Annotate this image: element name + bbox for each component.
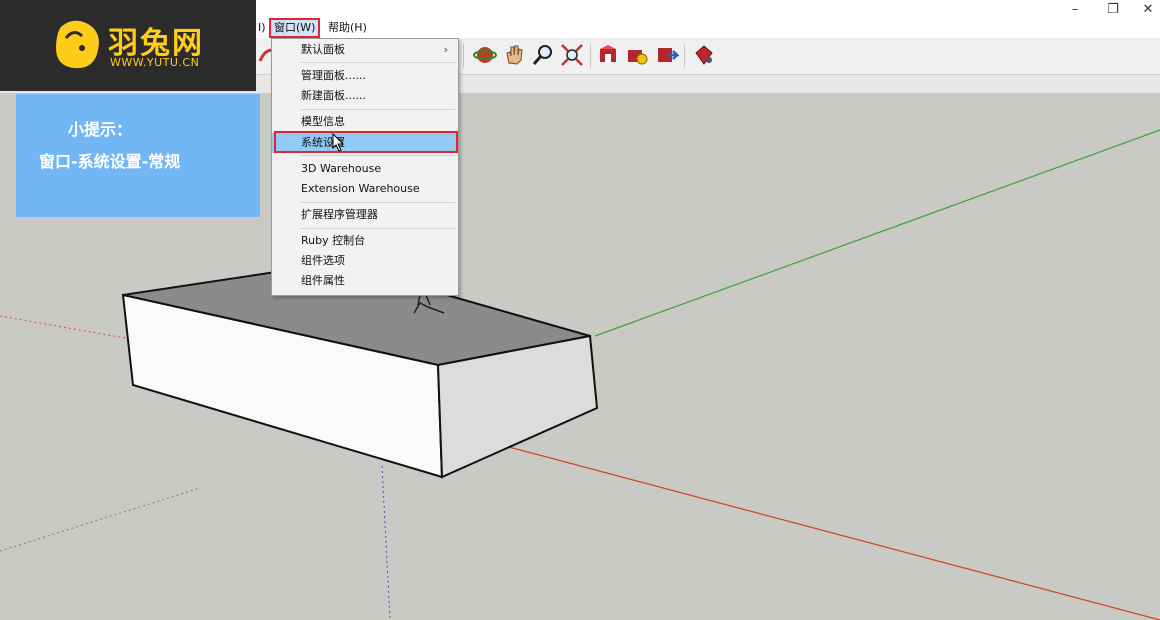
- menu-item-new-panel[interactable]: 新建面板......: [272, 86, 458, 106]
- menu-item-extension-warehouse[interactable]: Extension Warehouse: [272, 179, 458, 199]
- menu-item-label: 模型信息: [301, 115, 345, 128]
- menu-item-label: 管理面板......: [301, 69, 366, 82]
- tip-panel: 小提示： 窗口-系统设置-常规: [16, 94, 260, 217]
- tip-title: 小提示：: [68, 120, 133, 139]
- menu-item-label: Ruby 控制台: [301, 234, 366, 247]
- restore-icon[interactable]: ❐: [1093, 0, 1133, 18]
- menu-item-3d-warehouse[interactable]: 3D Warehouse: [272, 159, 458, 179]
- menu-item-extension-manager[interactable]: 扩展程序管理器: [272, 205, 458, 225]
- rabbit-logo-icon: [56, 20, 99, 69]
- pan-icon[interactable]: [502, 43, 526, 67]
- toolbar-separator: [684, 44, 685, 68]
- menu-item-manage-panels[interactable]: 管理面板......: [272, 66, 458, 86]
- yutu-logo: 羽兔网 WWW.YUTU.CN: [0, 0, 256, 91]
- menu-separator: [300, 202, 455, 203]
- menu-separator: [300, 62, 455, 63]
- close-icon[interactable]: ✕: [1128, 0, 1160, 18]
- menu-window[interactable]: 窗口(W): [269, 18, 321, 38]
- upload-model-icon[interactable]: [655, 43, 679, 67]
- orbit-icon[interactable]: [473, 43, 497, 67]
- menu-item-component-attributes[interactable]: 组件属性: [272, 271, 458, 291]
- menu-item-label: 新建面板......: [301, 89, 366, 102]
- mouse-cursor-icon: [332, 133, 345, 152]
- menu-separator: [300, 155, 455, 156]
- menu-separator: [300, 109, 455, 110]
- preferences-highlight-box: [274, 131, 458, 153]
- menu-separator: [300, 228, 455, 229]
- extension-warehouse-icon[interactable]: [692, 43, 716, 67]
- menu-item-component-options[interactable]: 组件选项: [272, 251, 458, 271]
- menu-item-label: 组件选项: [301, 254, 345, 267]
- toolbar-separator: [590, 44, 591, 68]
- menu-help[interactable]: 帮助(H): [325, 20, 370, 36]
- tip-text: 窗口-系统设置-常规: [39, 152, 181, 171]
- menu-item-model-info[interactable]: 模型信息: [272, 112, 458, 132]
- zoom-extents-icon[interactable]: [560, 43, 584, 67]
- menu-item-default-panels[interactable]: 默认面板 ›: [272, 40, 458, 60]
- window-menu-dropdown: 默认面板 › 管理面板...... 新建面板...... 模型信息 系统设置 3…: [271, 38, 459, 296]
- menu-item-label: 组件属性: [301, 274, 345, 287]
- logo-url: WWW.YUTU.CN: [110, 56, 200, 69]
- toolbar-separator: [463, 44, 464, 68]
- menu-item-label: 默认面板: [301, 43, 345, 56]
- menu-item-label: 3D Warehouse: [301, 162, 382, 175]
- menu-item-label: Extension Warehouse: [301, 182, 420, 195]
- menu-item-label: 扩展程序管理器: [301, 208, 378, 221]
- share-component-icon[interactable]: [625, 43, 649, 67]
- chevron-right-icon: ›: [443, 43, 448, 56]
- 3d-warehouse-icon[interactable]: [596, 43, 620, 67]
- minimize-icon[interactable]: –: [1055, 0, 1095, 18]
- menu-item-ruby-console[interactable]: Ruby 控制台: [272, 231, 458, 251]
- zoom-icon[interactable]: [531, 43, 555, 67]
- menu-partial[interactable]: I): [255, 20, 269, 36]
